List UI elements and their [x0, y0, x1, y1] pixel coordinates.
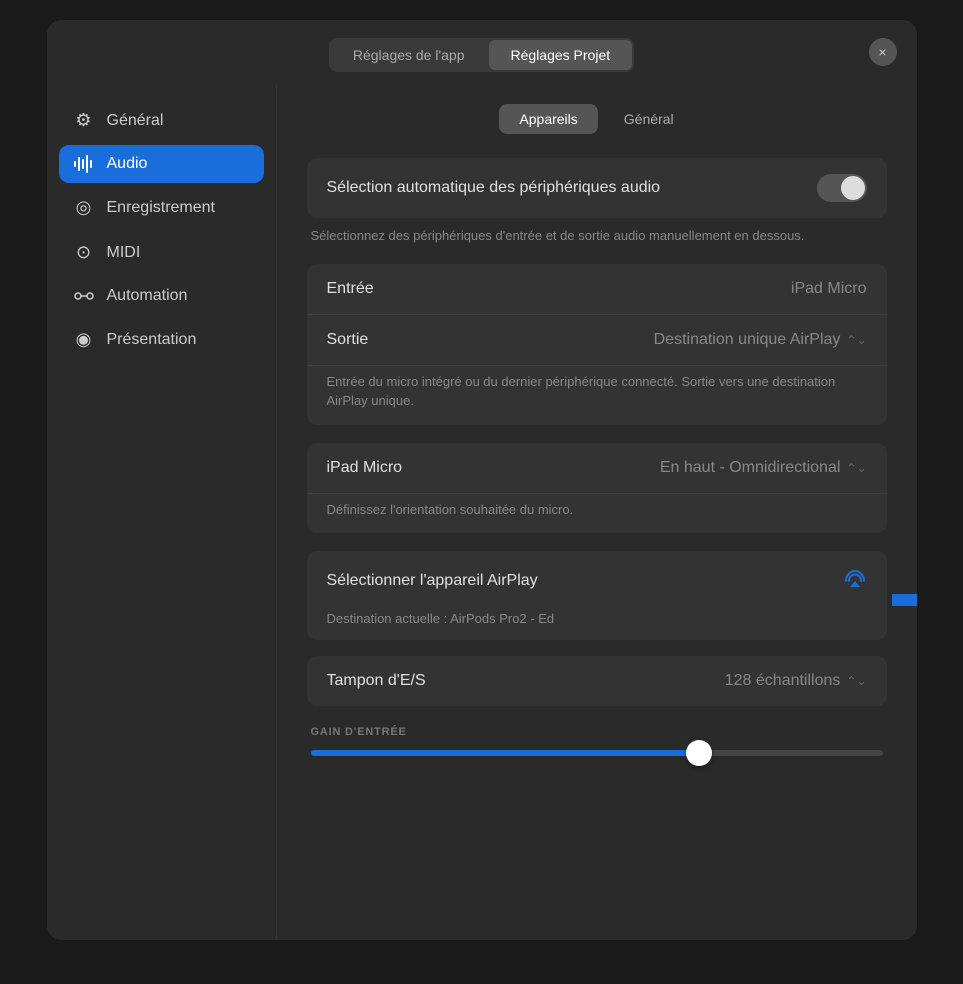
airplay-label: Sélectionner l'appareil AirPlay	[327, 572, 538, 590]
chevron-icon: ⌃⌄	[846, 674, 866, 688]
airplay-row[interactable]: Sélectionner l'appareil AirPlay	[307, 551, 887, 611]
buffer-value: 128 échantillons ⌃⌄	[725, 672, 867, 690]
tab-app-settings[interactable]: Réglages de l'app	[331, 40, 487, 70]
sidebar-item-label: MIDI	[107, 244, 141, 262]
gain-slider-container[interactable]	[307, 750, 887, 756]
auto-select-toggle[interactable]	[817, 174, 867, 202]
sidebar-item-presentation[interactable]: ◉ Présentation	[59, 319, 264, 360]
chevron-icon: ⌃⌄	[846, 333, 866, 347]
record-icon: ◎	[73, 197, 95, 218]
ipad-micro-label: iPad Micro	[327, 459, 403, 477]
sortie-value: Destination unique AirPlay ⌃⌄	[654, 331, 867, 349]
airplay-card: Sélectionner l'appareil AirPlay Destinat…	[307, 551, 887, 640]
dialog-body: ⚙ Général Audio ◎ Enregistrement	[47, 84, 917, 940]
automation-icon	[73, 289, 95, 303]
auto-select-label: Sélection automatique des périphériques …	[327, 179, 661, 197]
subtab-appareils[interactable]: Appareils	[499, 104, 597, 134]
toggle-knob	[841, 176, 865, 200]
buffer-row[interactable]: Tampon d'E/S 128 échantillons ⌃⌄	[307, 656, 887, 706]
sub-tabs: Appareils Général	[499, 104, 693, 134]
gear-icon: ⚙	[73, 110, 95, 131]
sidebar-item-label: Automation	[107, 287, 188, 305]
dialog-header: Réglages de l'app Réglages Projet ×	[47, 20, 917, 84]
subtab-general[interactable]: Général	[604, 104, 694, 134]
sortie-row[interactable]: Sortie Destination unique AirPlay ⌃⌄	[307, 315, 887, 366]
buffer-label: Tampon d'E/S	[327, 672, 426, 690]
sidebar-item-audio[interactable]: Audio	[59, 145, 264, 183]
sidebar: ⚙ Général Audio ◎ Enregistrement	[47, 84, 277, 940]
slider-track	[311, 750, 883, 756]
tab-project-settings[interactable]: Réglages Projet	[489, 40, 633, 70]
entree-row[interactable]: Entrée iPad Micro	[307, 264, 887, 315]
ipad-micro-description: Définissez l'orientation souhaitée du mi…	[307, 494, 887, 534]
audio-icon	[73, 155, 95, 173]
sidebar-item-label: Général	[107, 112, 164, 130]
sidebar-item-label: Audio	[107, 155, 148, 173]
gain-section-label: GAIN D'ENTRÉE	[307, 726, 887, 738]
entree-value: iPad Micro	[791, 280, 867, 298]
ipad-micro-value: En haut - Omnidirectional ⌃⌄	[660, 459, 867, 477]
ipad-micro-row[interactable]: iPad Micro En haut - Omnidirectional ⌃⌄	[307, 443, 887, 494]
settings-dialog: Réglages de l'app Réglages Projet × ⚙ Gé…	[47, 20, 917, 940]
gain-section: GAIN D'ENTRÉE	[307, 726, 887, 756]
slider-fill	[311, 750, 700, 756]
airplay-destination: Destination actuelle : AirPods Pro2 - Ed	[307, 611, 887, 640]
sidebar-item-midi[interactable]: ⊙ MIDI	[59, 232, 264, 273]
io-settings-card: Entrée iPad Micro Sortie Destination uni…	[307, 264, 887, 425]
auto-select-row: Sélection automatique des périphériques …	[307, 158, 887, 218]
close-button[interactable]: ×	[869, 38, 897, 66]
blue-arrow	[892, 585, 917, 615]
sidebar-item-automation[interactable]: Automation	[59, 277, 264, 315]
top-tab-group: Réglages de l'app Réglages Projet	[329, 38, 634, 72]
sidebar-item-general[interactable]: ⚙ Général	[59, 100, 264, 141]
main-content: Appareils Général Sélection automatique …	[277, 84, 917, 940]
sidebar-item-label: Enregistrement	[107, 199, 216, 217]
sortie-label: Sortie	[327, 331, 369, 349]
io-description: Entrée du micro intégré ou du dernier pé…	[307, 366, 887, 425]
sidebar-item-enregistrement[interactable]: ◎ Enregistrement	[59, 187, 264, 228]
chevron-icon: ⌃⌄	[846, 461, 866, 475]
sidebar-item-label: Présentation	[107, 331, 197, 349]
auto-select-description: Sélectionnez des périphériques d'entrée …	[307, 226, 887, 246]
airplay-icon	[843, 567, 867, 595]
buffer-card: Tampon d'E/S 128 échantillons ⌃⌄	[307, 656, 887, 706]
presentation-icon: ◉	[73, 329, 95, 350]
slider-thumb[interactable]	[686, 740, 712, 766]
entree-label: Entrée	[327, 280, 374, 298]
ipad-micro-card: iPad Micro En haut - Omnidirectional ⌃⌄ …	[307, 443, 887, 534]
midi-icon: ⊙	[73, 242, 95, 263]
